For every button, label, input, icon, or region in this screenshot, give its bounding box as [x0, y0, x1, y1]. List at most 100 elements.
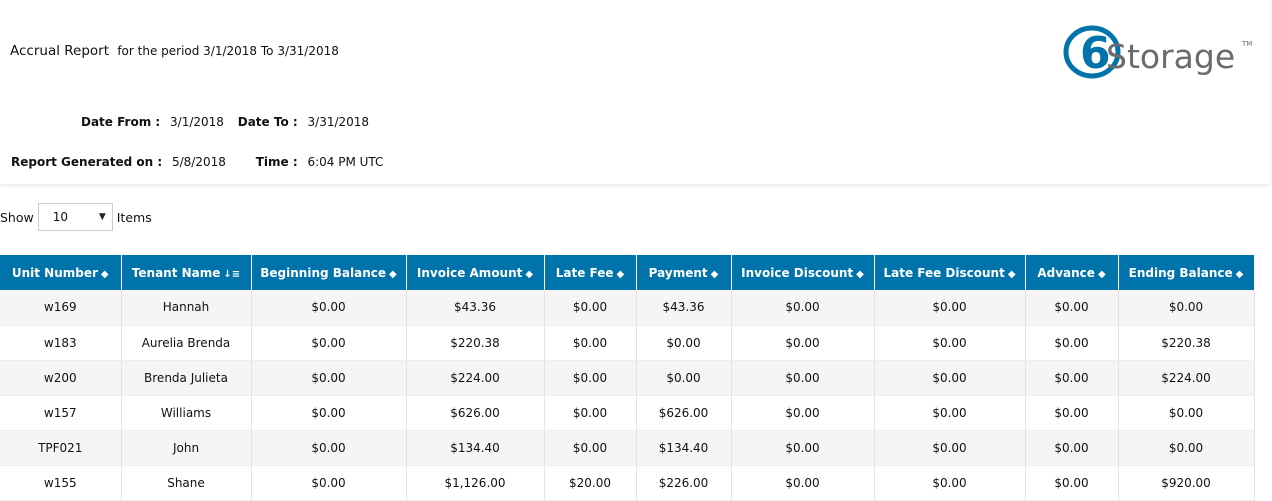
cell-invoice-amount: $134.40	[406, 430, 545, 466]
cell-invoice-discount: $0.00	[731, 325, 875, 361]
accrual-table: Unit Number ◆ Tenant Name ↓≡ Beginning Bal…	[0, 255, 1255, 501]
cell-invoice-amount: $43.36	[406, 290, 545, 326]
cell-beginning-balance: $0.00	[251, 465, 407, 501]
cell-tenant-name: Shane	[121, 465, 252, 501]
report-header: Accrual Report for the period 3/1/2018 T…	[0, 0, 1270, 184]
cell-tenant-name: Williams	[121, 395, 252, 431]
cell-beginning-balance: $0.00	[251, 290, 407, 326]
cell-advance: $0.00	[1025, 325, 1119, 361]
column-header-payment[interactable]: Payment ◆	[636, 255, 732, 290]
table-row: w169 Hannah $0.00 $43.36 $0.00 $43.36 $0…	[0, 290, 1255, 326]
cell-invoice-discount: $0.00	[731, 465, 875, 501]
time-value: 6:04 PM UTC	[307, 155, 384, 169]
cell-unit-number: TPF021	[0, 430, 122, 466]
sort-alpha-down-icon: ↓≡	[223, 268, 241, 280]
cell-late-fee: $0.00	[544, 395, 637, 431]
cell-invoice-discount: $0.00	[731, 430, 875, 466]
table-row: TPF021 John $0.00 $134.40 $0.00 $134.40 …	[0, 430, 1255, 466]
cell-beginning-balance: $0.00	[251, 360, 407, 396]
cell-invoice-discount: $0.00	[731, 395, 875, 431]
cell-late-fee: $0.00	[544, 430, 637, 466]
cell-late-fee-discount: $0.00	[874, 360, 1026, 396]
sort-icon: ◆	[100, 268, 109, 280]
column-header-ending-balance[interactable]: Ending Balance ◆	[1118, 255, 1255, 290]
6storage-logo: 6 Storage TM	[1063, 25, 1252, 79]
sort-icon: ◆	[389, 268, 397, 280]
cell-late-fee-discount: $0.00	[874, 465, 1026, 501]
cell-late-fee-discount: $0.00	[874, 395, 1026, 431]
date-to-label: Date To :	[237, 115, 298, 129]
cell-advance: $0.00	[1025, 430, 1119, 466]
cell-advance: $0.00	[1025, 465, 1119, 501]
cell-ending-balance: $220.38	[1118, 325, 1255, 361]
cell-ending-balance: $0.00	[1118, 395, 1255, 431]
cell-late-fee: $0.00	[544, 360, 637, 396]
sort-icon: ◆	[616, 268, 625, 280]
logo-tm: TM	[1241, 40, 1252, 48]
cell-payment: $43.36	[636, 290, 732, 326]
table-row: w200 Brenda Julieta $0.00 $224.00 $0.00 …	[0, 360, 1255, 396]
cell-payment: $226.00	[636, 465, 732, 501]
column-header-unit-number[interactable]: Unit Number ◆	[0, 255, 122, 290]
table-row: w183 Aurelia Brenda $0.00 $220.38 $0.00 …	[0, 325, 1255, 361]
cell-unit-number: w200	[0, 360, 122, 396]
date-from-label: Date From :	[81, 115, 161, 129]
sort-icon: ◆	[1235, 268, 1244, 280]
cell-tenant-name: Brenda Julieta	[121, 360, 252, 396]
sort-icon: ◆	[856, 268, 864, 280]
cell-beginning-balance: $0.00	[251, 325, 407, 361]
column-header-late-fee[interactable]: Late Fee ◆	[544, 255, 637, 290]
column-header-late-fee-discount[interactable]: Late Fee Discount ◆	[874, 255, 1026, 290]
cell-payment: $626.00	[636, 395, 732, 431]
cell-late-fee-discount: $0.00	[874, 325, 1026, 361]
cell-tenant-name: Aurelia Brenda	[121, 325, 252, 361]
report-period: for the period 3/1/2018 To 3/31/2018	[117, 44, 339, 58]
cell-beginning-balance: $0.00	[251, 430, 407, 466]
cell-advance: $0.00	[1025, 290, 1119, 326]
report-title-text: Accrual Report	[10, 43, 110, 59]
cell-beginning-balance: $0.00	[251, 395, 407, 431]
cell-ending-balance: $0.00	[1118, 430, 1255, 466]
sort-icon: ◆	[1097, 268, 1106, 280]
cell-advance: $0.00	[1025, 360, 1119, 396]
cell-late-fee: $0.00	[544, 290, 637, 326]
column-header-invoice-discount[interactable]: Invoice Discount ◆	[731, 255, 875, 290]
cell-late-fee: $20.00	[544, 465, 637, 501]
cell-invoice-amount: $220.38	[406, 325, 545, 361]
time-label: Time :	[255, 155, 298, 169]
cell-payment: $0.00	[636, 325, 732, 361]
generated-row: Report Generated on : 5/8/2018 Time : 6:…	[11, 155, 383, 169]
table-row: w157 Williams $0.00 $626.00 $0.00 $626.0…	[0, 395, 1255, 431]
cell-invoice-discount: $0.00	[731, 360, 875, 396]
sort-icon: ◆	[710, 268, 719, 280]
cell-tenant-name: John	[121, 430, 252, 466]
cell-ending-balance: $0.00	[1118, 290, 1255, 326]
cell-late-fee-discount: $0.00	[874, 290, 1026, 326]
page-size-select[interactable]: 10 ▼	[37, 203, 113, 231]
cell-unit-number: w155	[0, 465, 122, 501]
cell-unit-number: w157	[0, 395, 122, 431]
column-header-tenant-name[interactable]: Tenant Name ↓≡	[121, 255, 252, 290]
sort-icon: ◆	[1007, 268, 1016, 280]
cell-late-fee-discount: $0.00	[874, 430, 1026, 466]
sort-icon: ◆	[525, 268, 534, 280]
column-header-advance[interactable]: Advance ◆	[1025, 255, 1119, 290]
logo-word: Storage	[1106, 37, 1235, 76]
cell-invoice-amount: $626.00	[406, 395, 545, 431]
cell-ending-balance: $920.00	[1118, 465, 1255, 501]
items-label: Items	[116, 209, 152, 225]
cell-advance: $0.00	[1025, 395, 1119, 431]
caret-down-icon: ▼	[98, 212, 106, 222]
show-label: Show	[0, 209, 34, 225]
cell-invoice-amount: $224.00	[406, 360, 545, 396]
page-size-value: 10	[52, 210, 69, 224]
column-header-beginning-balance[interactable]: Beginning Balance ◆	[251, 255, 407, 290]
cell-tenant-name: Hannah	[121, 290, 252, 326]
report-title: Accrual Report for the period 3/1/2018 T…	[10, 43, 339, 59]
table-header-row: Unit Number ◆ Tenant Name ↓≡ Beginning Bal…	[0, 255, 1255, 290]
column-header-invoice-amount[interactable]: Invoice Amount ◆	[406, 255, 545, 290]
cell-payment: $134.40	[636, 430, 732, 466]
generated-label: Report Generated on :	[11, 155, 163, 169]
cell-late-fee: $0.00	[544, 325, 637, 361]
cell-ending-balance: $224.00	[1118, 360, 1255, 396]
